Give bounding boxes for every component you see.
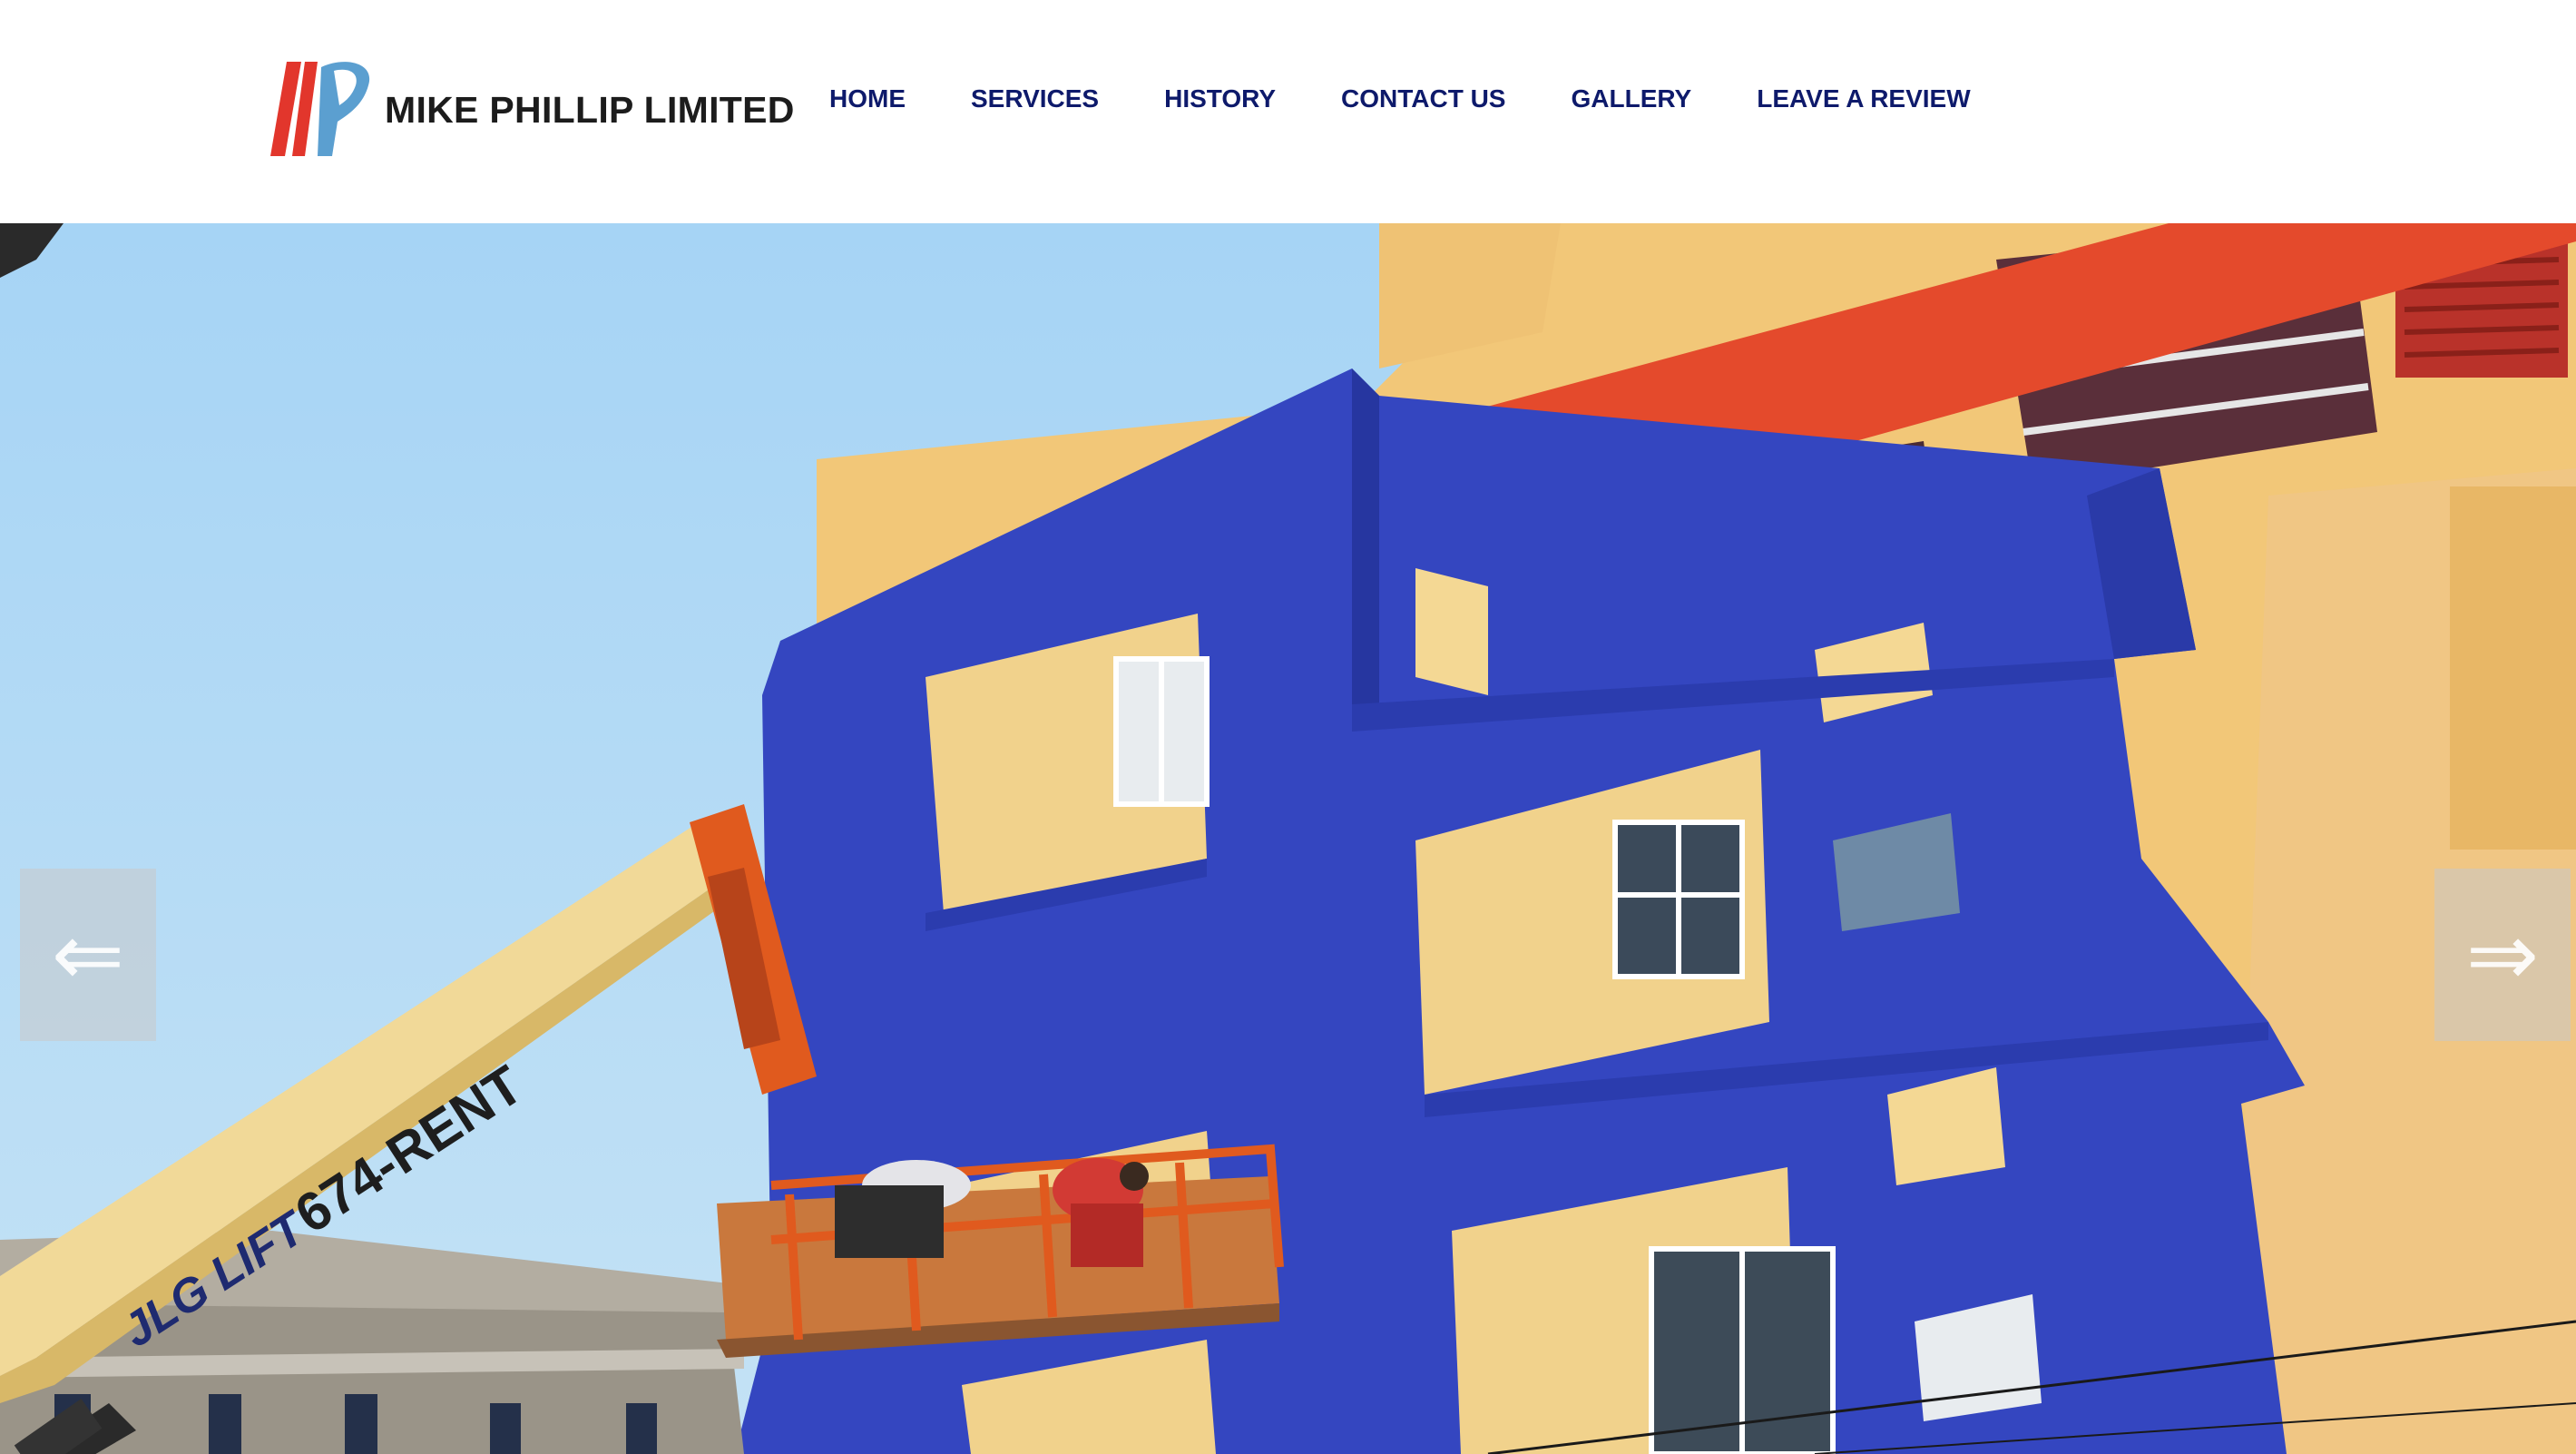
arrow-right-icon: ⇒	[2465, 904, 2540, 1006]
arrow-left-icon: ⇐	[51, 904, 125, 1006]
slider-prev-button[interactable]: ⇐	[20, 869, 156, 1041]
nav-history[interactable]: HISTORY	[1164, 80, 1276, 118]
site-header: MIKE PHILLIP LIMITED HOME SERVICES HISTO…	[0, 0, 2576, 223]
main-nav: HOME SERVICES HISTORY CONTACT US GALLERY…	[829, 80, 2036, 118]
nav-leave-a-review[interactable]: LEAVE A REVIEW	[1757, 80, 1970, 118]
brand-logo[interactable]: MIKE PHILLIP LIMITED	[261, 58, 795, 162]
slider-next-button[interactable]: ⇒	[2434, 869, 2571, 1041]
nav-services[interactable]: SERVICES	[971, 80, 1099, 118]
nav-gallery[interactable]: GALLERY	[1571, 80, 1691, 118]
nav-home[interactable]: HOME	[829, 80, 906, 118]
hero-slide-image: JLG LIFT 674-RENT	[0, 223, 2576, 1454]
brand-name: MIKE PHILLIP LIMITED	[385, 88, 795, 131]
nav-contact-us[interactable]: CONTACT US	[1341, 80, 1505, 118]
hero-slider: JLG LIFT 674-RENT ⇐ ⇒	[0, 223, 2576, 1454]
brand-logo-icon	[270, 62, 370, 156]
